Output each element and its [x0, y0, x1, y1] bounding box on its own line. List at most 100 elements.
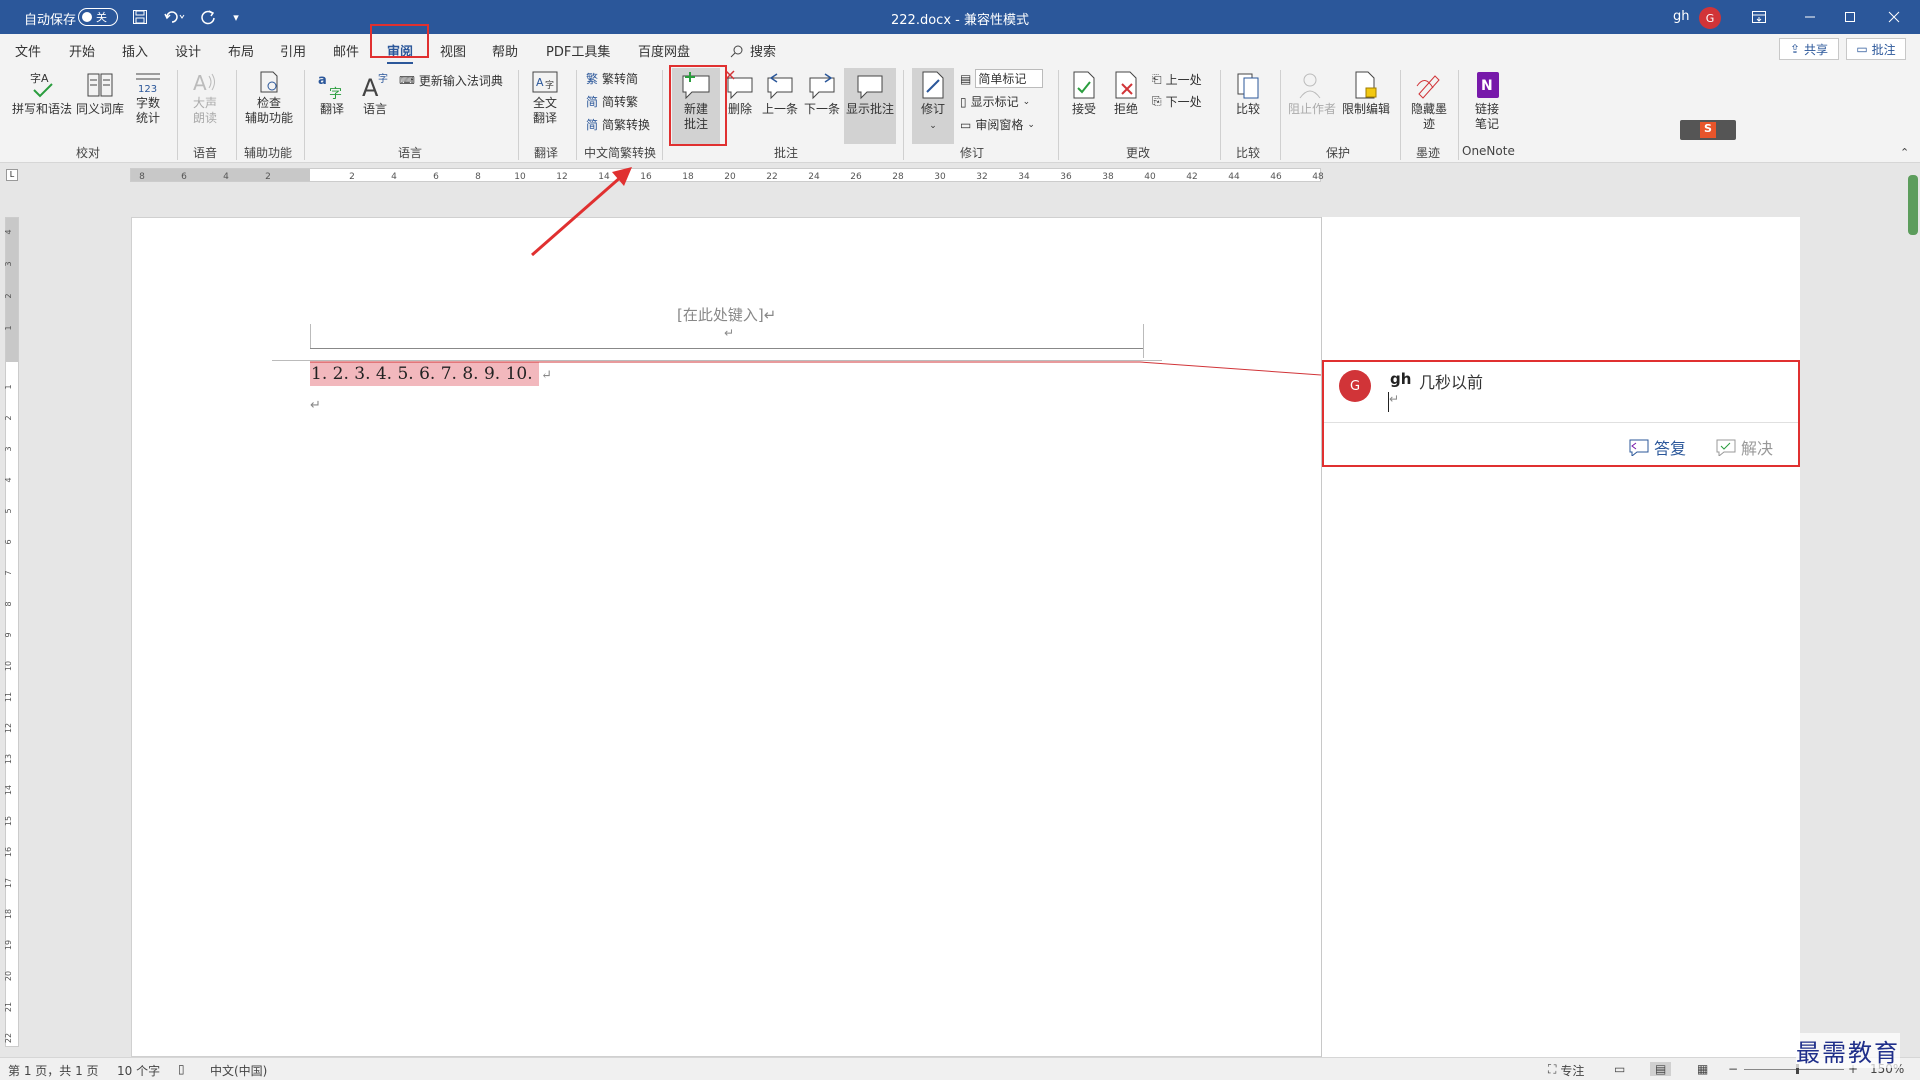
block-authors-button[interactable]: 阻止作者: [1286, 70, 1338, 117]
proofing-status-icon[interactable]: ▯: [178, 1062, 185, 1076]
language-button[interactable]: A字 语言: [355, 70, 395, 117]
tab-design[interactable]: 设计: [175, 41, 201, 60]
markup-area: G gh 几秒以前 ↵ 答复 解决: [1321, 217, 1800, 1057]
vruler-number: 15: [4, 816, 13, 826]
commented-text[interactable]: 1. 2. 3. 4. 5. 6. 7. 8. 9. 10.: [310, 362, 540, 386]
simplified-to-traditional-button[interactable]: 简简转繁: [586, 93, 638, 110]
full-translate-icon: A字: [532, 71, 558, 93]
next-label: 下一条: [803, 102, 840, 116]
previous-change-button[interactable]: ⎗ 上一处: [1152, 71, 1202, 88]
tab-home[interactable]: 开始: [69, 41, 95, 60]
translate-button[interactable]: a字 翻译: [312, 70, 352, 117]
restrict-editing-button[interactable]: 限制编辑: [1340, 70, 1392, 117]
read-mode-icon[interactable]: ▭: [1614, 1062, 1625, 1076]
print-layout-icon[interactable]: ▤: [1650, 1062, 1672, 1076]
update-ime-dictionary-button[interactable]: ⌨ 更新输入法词典: [399, 72, 503, 89]
show-comments-icon: [857, 75, 883, 100]
tab-view[interactable]: 视图: [440, 41, 466, 60]
svg-text:A: A: [193, 71, 207, 94]
undo-icon[interactable]: [160, 0, 190, 34]
group-separator: [518, 70, 519, 160]
search-box[interactable]: 搜索: [730, 41, 776, 60]
group-label-tracking: 修订: [960, 146, 985, 160]
spelling-grammar-button[interactable]: 字A 拼写和语法: [8, 70, 76, 117]
autosave-toggle[interactable]: 关: [78, 8, 118, 26]
tab-pdf-tools[interactable]: PDF工具集: [546, 41, 610, 60]
compare-button[interactable]: 比较: [1228, 70, 1268, 117]
read-aloud-button[interactable]: A 大声 朗读: [184, 70, 226, 126]
next-change-button[interactable]: ⎘ 下一处: [1152, 93, 1202, 110]
horizontal-ruler[interactable]: L 8 6 4 2 2 4 6 8 10 12 14 16 18 20 22 24 26 28 30 32 34 36 38…: [0, 163, 1920, 187]
check-accessibility-button[interactable]: 检查 辅助功能: [240, 70, 298, 126]
tab-baidu-netdisk[interactable]: 百度网盘: [638, 41, 690, 60]
focus-button[interactable]: ⛶ 专注: [1548, 1062, 1584, 1079]
reviewing-pane-button[interactable]: ▭ 审阅窗格 ⌄: [960, 116, 1035, 133]
show-markup-label: 显示标记: [970, 95, 1019, 109]
header-placeholder[interactable]: [在此处键入]↵: [677, 304, 776, 325]
word-count[interactable]: 10 个字: [117, 1062, 160, 1079]
previous-comment-icon: [767, 73, 793, 100]
markup-select[interactable]: ▤ 简单标记: [960, 69, 1044, 88]
save-icon[interactable]: [128, 0, 152, 34]
delete-comment-button[interactable]: 删除: [722, 70, 758, 117]
customize-qat-icon[interactable]: ▾: [228, 0, 244, 34]
collapse-ribbon-icon[interactable]: ⌃: [1900, 146, 1909, 159]
user-avatar[interactable]: G: [1699, 7, 1721, 29]
tab-references[interactable]: 引用: [280, 41, 306, 60]
group-label-protect: 保护: [1326, 146, 1351, 160]
traditional-to-simplified-button[interactable]: 繁繁转简: [586, 70, 638, 87]
zoom-slider[interactable]: [1744, 1064, 1844, 1074]
redo-icon[interactable]: [196, 0, 220, 34]
tab-help[interactable]: 帮助: [492, 41, 518, 60]
vertical-ruler[interactable]: 4 3 2 1 1 2 3 4 5 6 7 8 9 10 11 12 13 14 15 16 17 18 19 20 21 22: [0, 187, 22, 1057]
web-layout-icon[interactable]: ▦: [1697, 1062, 1708, 1076]
restrict-editing-label: 限制编辑: [1341, 102, 1390, 116]
comments-button[interactable]: ▭ 批注: [1846, 38, 1906, 60]
previous-comment-button[interactable]: 上一条: [760, 70, 800, 117]
ruler-number: 26: [850, 172, 862, 182]
show-markup-button[interactable]: ▯ 显示标记 ⌄: [960, 93, 1030, 110]
zoom-out-icon[interactable]: −: [1728, 1062, 1738, 1076]
comment-balloon[interactable]: G gh 几秒以前 ↵ 答复 解决: [1322, 360, 1800, 467]
svg-text:字A: 字A: [30, 71, 49, 85]
tab-mailings[interactable]: 邮件: [333, 41, 359, 60]
body-paragraph[interactable]: 1. 2. 3. 4. 5. 6. 7. 8. 9. 10. ↵: [310, 362, 552, 386]
ribbon-display-icon[interactable]: [1744, 0, 1774, 34]
reject-button[interactable]: 拒绝: [1108, 70, 1144, 117]
conversion-icon: 简: [586, 118, 599, 132]
resolve-button[interactable]: 解决: [1715, 435, 1773, 459]
vertical-scrollbar[interactable]: [1908, 175, 1918, 235]
minimize-icon[interactable]: [1790, 0, 1830, 34]
next-comment-button[interactable]: 下一条: [802, 70, 842, 117]
chinese-conversion-button[interactable]: 简简繁转换: [586, 116, 650, 133]
vruler-number: 21: [4, 1002, 13, 1012]
ruler-number: 44: [1228, 172, 1240, 182]
tab-layout[interactable]: 布局: [228, 41, 254, 60]
reviewing-pane-label: 审阅窗格: [975, 118, 1024, 132]
onenote-linked-notes-button[interactable]: N 链接 笔记: [1464, 70, 1510, 132]
thesaurus-button[interactable]: 同义词库: [74, 70, 126, 117]
language-status[interactable]: 中文(中国): [210, 1062, 267, 1079]
vruler-number: 9: [4, 632, 13, 637]
show-comments-button[interactable]: 显示批注: [844, 68, 896, 144]
tab-insert[interactable]: 插入: [122, 41, 148, 60]
ime-toolbar-icon[interactable]: S: [1680, 120, 1736, 140]
close-icon[interactable]: [1874, 0, 1914, 34]
comment-body-input[interactable]: ↵: [1388, 392, 1788, 412]
share-button[interactable]: ⇪ 共享: [1779, 38, 1839, 60]
reply-button[interactable]: 答复: [1628, 435, 1686, 459]
maximize-icon[interactable]: [1830, 0, 1870, 34]
next-change-label: 下一处: [1165, 95, 1202, 109]
full-translate-button[interactable]: A字 全文 翻译: [522, 70, 568, 126]
full-translate-label-2: 翻译: [532, 111, 557, 125]
track-changes-button[interactable]: 修订 ⌄: [912, 68, 954, 144]
full-translate-label-1: 全文: [532, 96, 557, 110]
hide-ink-button[interactable]: 隐藏墨迹: [1406, 70, 1452, 132]
accept-button[interactable]: 接受: [1066, 70, 1102, 117]
word-count-button[interactable]: 123 字数 统计: [128, 70, 168, 126]
tab-file[interactable]: 文件: [15, 41, 41, 60]
read-aloud-label-1: 大声: [192, 96, 217, 110]
group-label-onenote: OneNote: [1462, 144, 1515, 158]
search-icon: [730, 45, 743, 57]
page-count[interactable]: 第 1 页，共 1 页: [8, 1062, 99, 1079]
